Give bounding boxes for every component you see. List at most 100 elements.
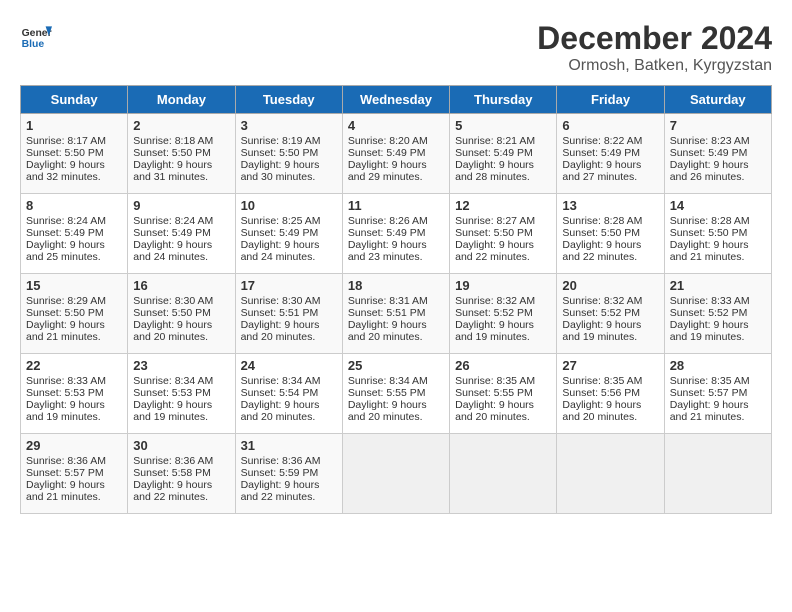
sunset-text: Sunset: 5:49 PM bbox=[455, 147, 533, 159]
calendar-cell: 2Sunrise: 8:18 AMSunset: 5:50 PMDaylight… bbox=[128, 114, 235, 194]
sunset-text: Sunset: 5:50 PM bbox=[455, 227, 533, 239]
sunset-text: Sunset: 5:56 PM bbox=[562, 387, 640, 399]
sunset-text: Sunset: 5:55 PM bbox=[455, 387, 533, 399]
calendar-cell: 30Sunrise: 8:36 AMSunset: 5:58 PMDayligh… bbox=[128, 434, 235, 514]
calendar-cell: 4Sunrise: 8:20 AMSunset: 5:49 PMDaylight… bbox=[342, 114, 449, 194]
day-number: 23 bbox=[133, 358, 229, 373]
sunset-text: Sunset: 5:55 PM bbox=[348, 387, 426, 399]
daylight-text: Daylight: 9 hours and 20 minutes. bbox=[133, 319, 212, 343]
calendar-cell: 26Sunrise: 8:35 AMSunset: 5:55 PMDayligh… bbox=[450, 354, 557, 434]
calendar-cell: 18Sunrise: 8:31 AMSunset: 5:51 PMDayligh… bbox=[342, 274, 449, 354]
daylight-text: Daylight: 9 hours and 24 minutes. bbox=[241, 239, 320, 263]
calendar-cell: 17Sunrise: 8:30 AMSunset: 5:51 PMDayligh… bbox=[235, 274, 342, 354]
calendar-cell: 20Sunrise: 8:32 AMSunset: 5:52 PMDayligh… bbox=[557, 274, 664, 354]
sunrise-text: Sunrise: 8:26 AM bbox=[348, 215, 428, 227]
day-number: 12 bbox=[455, 198, 551, 213]
daylight-text: Daylight: 9 hours and 30 minutes. bbox=[241, 159, 320, 183]
sunrise-text: Sunrise: 8:30 AM bbox=[241, 295, 321, 307]
daylight-text: Daylight: 9 hours and 19 minutes. bbox=[455, 319, 534, 343]
calendar-cell bbox=[342, 434, 449, 514]
day-number: 21 bbox=[670, 278, 766, 293]
sunrise-text: Sunrise: 8:25 AM bbox=[241, 215, 321, 227]
daylight-text: Daylight: 9 hours and 22 minutes. bbox=[455, 239, 534, 263]
sunset-text: Sunset: 5:51 PM bbox=[348, 307, 426, 319]
calendar-cell: 8Sunrise: 8:24 AMSunset: 5:49 PMDaylight… bbox=[21, 194, 128, 274]
sunset-text: Sunset: 5:49 PM bbox=[348, 227, 426, 239]
day-number: 6 bbox=[562, 118, 658, 133]
daylight-text: Daylight: 9 hours and 22 minutes. bbox=[133, 479, 212, 503]
header-row: Sunday Monday Tuesday Wednesday Thursday… bbox=[21, 86, 772, 114]
svg-text:Blue: Blue bbox=[22, 39, 45, 50]
sunrise-text: Sunrise: 8:30 AM bbox=[133, 295, 213, 307]
day-number: 18 bbox=[348, 278, 444, 293]
sunrise-text: Sunrise: 8:33 AM bbox=[670, 295, 750, 307]
day-number: 15 bbox=[26, 278, 122, 293]
sunset-text: Sunset: 5:49 PM bbox=[133, 227, 211, 239]
sunset-text: Sunset: 5:50 PM bbox=[562, 227, 640, 239]
sunset-text: Sunset: 5:53 PM bbox=[26, 387, 104, 399]
table-row: 1 Sunrise: 8:17 AMSunset: 5:50 PM Daylight… bbox=[21, 114, 772, 194]
calendar-cell: 10Sunrise: 8:25 AMSunset: 5:49 PMDayligh… bbox=[235, 194, 342, 274]
daylight-text: Daylight: 9 hours and 22 minutes. bbox=[241, 479, 320, 503]
calendar-cell bbox=[557, 434, 664, 514]
sunset-text: Sunset: 5:50 PM bbox=[26, 307, 104, 319]
day-number: 26 bbox=[455, 358, 551, 373]
sunrise-text: Sunrise: 8:35 AM bbox=[562, 375, 642, 387]
calendar-cell: 31Sunrise: 8:36 AMSunset: 5:59 PMDayligh… bbox=[235, 434, 342, 514]
daylight-text: Daylight: 9 hours and 29 minutes. bbox=[348, 159, 427, 183]
sunset-text: Sunset: 5:52 PM bbox=[455, 307, 533, 319]
sunrise-text: Sunrise: 8:24 AM bbox=[133, 215, 213, 227]
calendar-cell: 12Sunrise: 8:27 AMSunset: 5:50 PMDayligh… bbox=[450, 194, 557, 274]
sunrise-text: Sunrise: 8:17 AM bbox=[26, 135, 106, 147]
daylight-text: Daylight: 9 hours and 28 minutes. bbox=[455, 159, 534, 183]
col-thursday: Thursday bbox=[450, 86, 557, 114]
sunrise-text: Sunrise: 8:22 AM bbox=[562, 135, 642, 147]
sunset-text: Sunset: 5:51 PM bbox=[241, 307, 319, 319]
daylight-text: Daylight: 9 hours and 21 minutes. bbox=[670, 239, 749, 263]
calendar-cell: 11Sunrise: 8:26 AMSunset: 5:49 PMDayligh… bbox=[342, 194, 449, 274]
daylight-text: Daylight: 9 hours and 20 minutes. bbox=[455, 399, 534, 423]
sunset-text: Sunset: 5:50 PM bbox=[26, 147, 104, 159]
daylight-text: Daylight: 9 hours and 20 minutes. bbox=[348, 319, 427, 343]
daylight-text: Daylight: 9 hours and 21 minutes. bbox=[26, 319, 105, 343]
sunrise-text: Sunrise: 8:35 AM bbox=[670, 375, 750, 387]
daylight-text: Daylight: 9 hours and 24 minutes. bbox=[133, 239, 212, 263]
daylight-text: Daylight: 9 hours and 21 minutes. bbox=[670, 399, 749, 423]
col-monday: Monday bbox=[128, 86, 235, 114]
daylight-text: Daylight: 9 hours and 20 minutes. bbox=[562, 399, 641, 423]
logo-icon: General Blue bbox=[20, 20, 52, 52]
month-title: December 2024 bbox=[537, 20, 772, 57]
sunrise-text: Sunrise: 8:33 AM bbox=[26, 375, 106, 387]
sunset-text: Sunset: 5:49 PM bbox=[348, 147, 426, 159]
calendar-cell bbox=[664, 434, 771, 514]
day-number: 1 bbox=[26, 118, 122, 133]
sunrise-text: Sunrise: 8:20 AM bbox=[348, 135, 428, 147]
calendar-cell: 28Sunrise: 8:35 AMSunset: 5:57 PMDayligh… bbox=[664, 354, 771, 434]
day-number: 13 bbox=[562, 198, 658, 213]
daylight-text: Daylight: 9 hours and 21 minutes. bbox=[26, 479, 105, 503]
day-number: 24 bbox=[241, 358, 337, 373]
calendar-cell: 7Sunrise: 8:23 AMSunset: 5:49 PMDaylight… bbox=[664, 114, 771, 194]
calendar-cell: 25Sunrise: 8:34 AMSunset: 5:55 PMDayligh… bbox=[342, 354, 449, 434]
day-number: 10 bbox=[241, 198, 337, 213]
page-header: General Blue December 2024 Ormosh, Batke… bbox=[20, 20, 772, 75]
calendar-cell: 23Sunrise: 8:34 AMSunset: 5:53 PMDayligh… bbox=[128, 354, 235, 434]
daylight-text: Daylight: 9 hours and 19 minutes. bbox=[670, 319, 749, 343]
sunrise-text: Sunrise: 8:34 AM bbox=[348, 375, 428, 387]
col-saturday: Saturday bbox=[664, 86, 771, 114]
daylight-text: Daylight: 9 hours and 23 minutes. bbox=[348, 239, 427, 263]
day-number: 19 bbox=[455, 278, 551, 293]
day-number: 14 bbox=[670, 198, 766, 213]
calendar-cell: 22Sunrise: 8:33 AMSunset: 5:53 PMDayligh… bbox=[21, 354, 128, 434]
sunrise-text: Sunrise: 8:28 AM bbox=[562, 215, 642, 227]
daylight-text: Daylight: 9 hours and 20 minutes. bbox=[348, 399, 427, 423]
daylight-text: Daylight: 9 hours and 19 minutes. bbox=[133, 399, 212, 423]
sunrise-text: Sunrise: 8:19 AM bbox=[241, 135, 321, 147]
sunset-text: Sunset: 5:58 PM bbox=[133, 467, 211, 479]
day-number: 17 bbox=[241, 278, 337, 293]
calendar-cell bbox=[450, 434, 557, 514]
sunset-text: Sunset: 5:53 PM bbox=[133, 387, 211, 399]
logo: General Blue bbox=[20, 20, 52, 52]
calendar-cell: 16Sunrise: 8:30 AMSunset: 5:50 PMDayligh… bbox=[128, 274, 235, 354]
sunrise-text: Sunrise: 8:36 AM bbox=[133, 455, 213, 467]
